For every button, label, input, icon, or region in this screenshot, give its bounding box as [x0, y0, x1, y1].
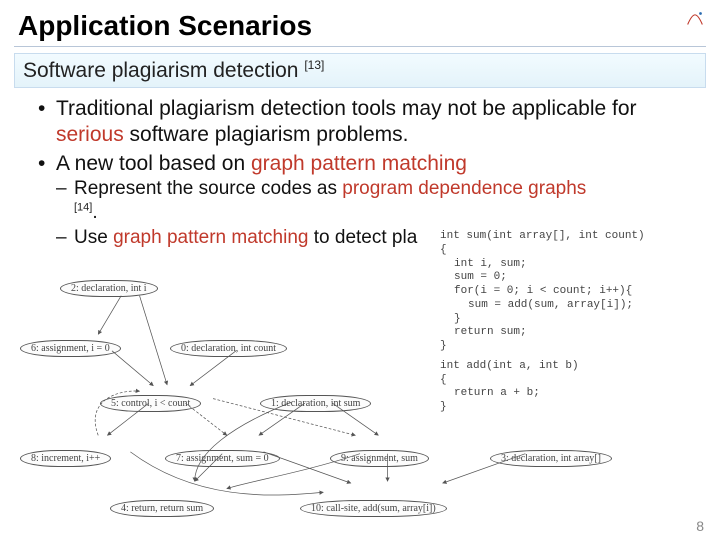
bullet-list: Traditional plagiarism detection tools m… — [0, 88, 720, 250]
title-underline — [14, 46, 706, 47]
graph-node-0: 0: declaration, int count — [170, 340, 287, 357]
graph-node-8: 8: increment, i++ — [20, 450, 111, 467]
slide-title: Application Scenarios — [0, 0, 720, 46]
graph-node-4: 4: return, return sum — [110, 500, 214, 517]
graph-node-2: 2: declaration, int i — [60, 280, 158, 297]
graph-node-10: 10: call-site, add(sum, array[i]) — [300, 500, 447, 517]
subtitle-text: Software plagiarism detection — [23, 59, 304, 82]
graph-node-1: 1: declaration, int sum — [260, 395, 371, 412]
slide-logo — [684, 8, 706, 30]
graph-node-5: 5: control, i < count — [100, 395, 201, 412]
sub-bullet-1: Represent the source codes as program de… — [56, 177, 692, 225]
code-snippet: int sum(int array[], int count) { int i,… — [440, 230, 645, 415]
bullet-1: Traditional plagiarism detection tools m… — [38, 96, 692, 149]
graph-node-3: 3: declaration, int array[] — [490, 450, 612, 467]
program-dependence-graph: int sum(int array[], int count) { int i,… — [0, 270, 720, 518]
subtitle-bar: Software plagiarism detection [13] — [14, 53, 706, 88]
graph-node-7: 7: assignment, sum = 0 — [165, 450, 280, 467]
graph-node-6: 6: assignment, i = 0 — [20, 340, 121, 357]
graph-node-9: 9: assignment, sum — [330, 450, 429, 467]
subtitle-citation: [13] — [304, 58, 324, 72]
slide-number: 8 — [696, 518, 704, 534]
